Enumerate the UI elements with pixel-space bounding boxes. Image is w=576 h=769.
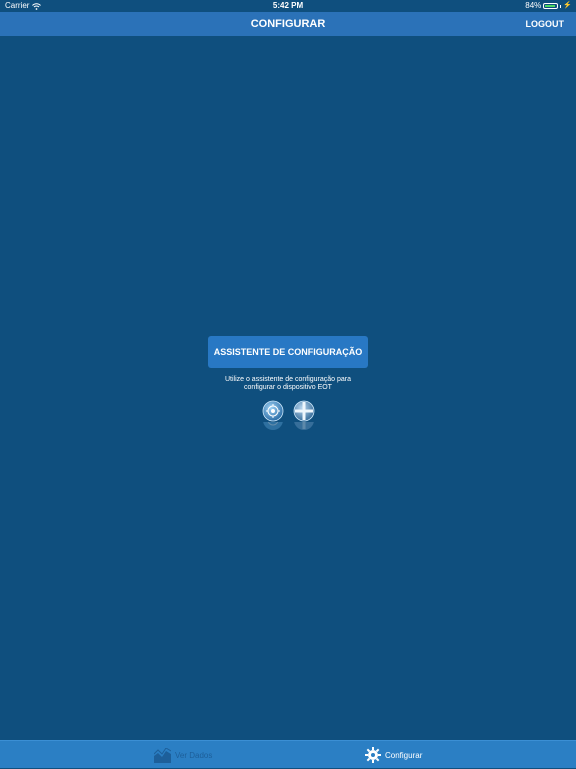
battery-percent: 84% [525, 1, 542, 10]
device-icon-row [262, 400, 316, 432]
battery-fill [545, 5, 555, 7]
page-title: CONFIGURAR [250, 18, 326, 30]
chart-icon [154, 747, 171, 763]
tab-configurar-label: Configurar [385, 750, 423, 760]
battery-icon [543, 3, 559, 9]
charging-bolt-icon: ⚡ [563, 2, 572, 9]
gauge-device-icon [262, 400, 284, 422]
nav-bar: CONFIGURAR LOGOUT [0, 12, 576, 36]
battery-tip [560, 4, 562, 8]
helper-line-2: configurar o dispositivo EOT [244, 384, 332, 391]
gauge-icon-reflection [262, 422, 284, 431]
main-content: ASSISTENTE DE CONFIGURAÇÃO Utilize o ass… [0, 36, 576, 740]
logout-button[interactable]: LOGOUT [526, 12, 565, 36]
battery-group: 84% ⚡ [525, 0, 572, 12]
helper-line-1: Utilize o assistente de configuração par… [224, 376, 352, 383]
helper-text: Utilize o assistente de configuração par… [188, 376, 388, 392]
tab-bar: Ver Dados Configurar [0, 740, 576, 768]
setup-wizard-button[interactable]: ASSISTENTE DE CONFIGURAÇÃO [208, 336, 368, 368]
status-bar: Carrier 5:42 PM 84% ⚡ [0, 0, 576, 12]
gear-icon [365, 747, 381, 763]
tab-configurar[interactable]: Configurar [365, 741, 422, 769]
tab-ver-dados[interactable]: Ver Dados [154, 741, 212, 769]
cross-icon-reflection [293, 422, 315, 431]
tab-ver-dados-label: Ver Dados [175, 750, 213, 760]
status-time: 5:42 PM [272, 1, 304, 10]
cross-device-icon [293, 400, 315, 422]
